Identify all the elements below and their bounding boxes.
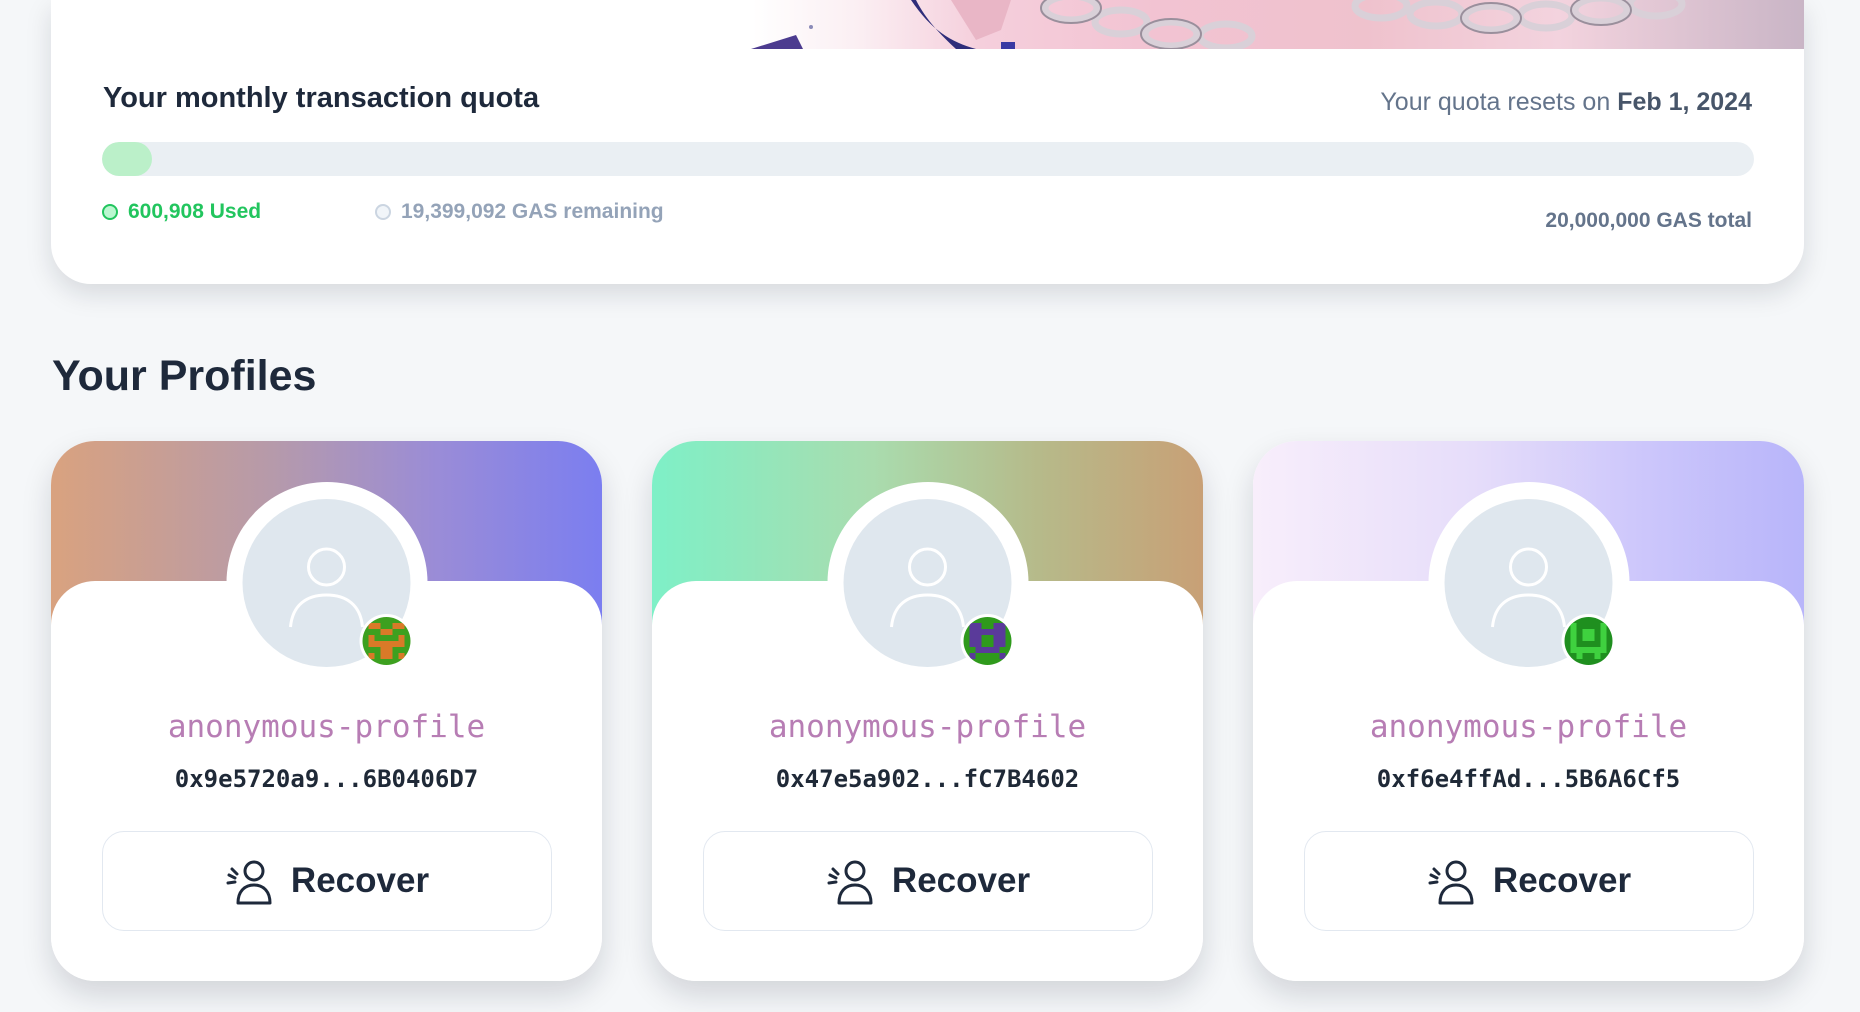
quota-reset-prefix: Your quota resets on <box>1380 88 1611 116</box>
profile-avatar-ring <box>827 482 1028 683</box>
transaction-quota-card: Your monthly transaction quota Your quot… <box>51 0 1804 284</box>
quota-reset-info: Your quota resets on Feb 1, 2024 <box>1380 88 1752 117</box>
identicon-badge-icon <box>1561 614 1615 668</box>
profile-name: anonymous-profile <box>167 709 486 745</box>
recover-button-label: Recover <box>1492 861 1632 900</box>
recover-button[interactable]: Recover <box>102 831 552 931</box>
used-dot-icon <box>102 204 118 220</box>
quota-remaining-legend: 19,399,092 GAS remaining <box>375 200 664 224</box>
recover-button[interactable]: Recover <box>1304 831 1754 931</box>
user-recover-icon <box>225 857 277 905</box>
quota-progress-fill <box>102 142 152 176</box>
profiles-section-title: Your Profiles <box>52 352 317 400</box>
quota-remaining-label: 19,399,092 GAS remaining <box>401 200 664 223</box>
profile-address: 0x47e5a902...fC7B4602 <box>775 765 1080 793</box>
quota-banner-image <box>51 0 1804 49</box>
profile-avatar-ring <box>1428 482 1629 683</box>
quota-reset-date: Feb 1, 2024 <box>1617 88 1752 116</box>
quota-used-label: 600,908 Used <box>128 200 262 223</box>
profile-address: 0x9e5720a9...6B0406D7 <box>174 765 479 793</box>
user-recover-icon <box>1427 857 1479 905</box>
identicon-badge-icon <box>960 614 1014 668</box>
quota-total-label: 20,000,000 GAS total <box>1545 209 1752 232</box>
recover-button[interactable]: Recover <box>703 831 1153 931</box>
quota-title: Your monthly transaction quota <box>103 82 540 114</box>
profile-avatar-ring <box>226 482 427 683</box>
chain-illustration <box>751 0 1686 49</box>
profile-card: anonymous-profile 0x9e5720a9...6B0406D7 … <box>51 441 602 981</box>
recover-button-label: Recover <box>290 861 430 900</box>
profile-card: anonymous-profile 0x47e5a902...fC7B4602 … <box>652 441 1203 981</box>
quota-used-legend: 600,908 Used <box>102 200 261 224</box>
profile-address: 0xf6e4ffAd...5B6A6Cf5 <box>1376 765 1681 793</box>
identicon-badge-icon <box>359 614 413 668</box>
remaining-dot-icon <box>375 204 391 220</box>
profile-card: anonymous-profile 0xf6e4ffAd...5B6A6Cf5 … <box>1253 441 1804 981</box>
recover-button-label: Recover <box>891 861 1031 900</box>
quota-progress-bar <box>102 142 1754 176</box>
user-recover-icon <box>826 857 878 905</box>
profile-name: anonymous-profile <box>768 709 1087 745</box>
profile-name: anonymous-profile <box>1369 709 1688 745</box>
